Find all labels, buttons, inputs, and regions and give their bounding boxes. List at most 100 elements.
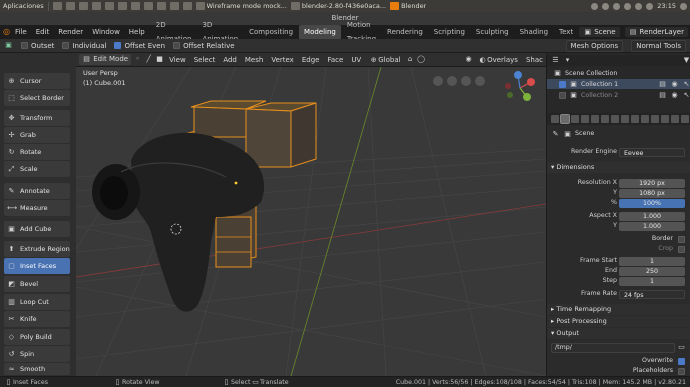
menu-select[interactable]: Select xyxy=(191,53,219,67)
tab-modeling[interactable]: Modeling xyxy=(299,25,341,39)
taskbar-launcher-icon[interactable] xyxy=(169,2,179,10)
individual-checkbox[interactable]: Individual xyxy=(62,42,106,50)
checkbox-box[interactable] xyxy=(559,91,566,99)
gizmo-y-axis[interactable] xyxy=(523,93,531,101)
taskbar-launcher-icon[interactable] xyxy=(117,2,127,10)
taskbar-task[interactable]: Blender xyxy=(390,2,426,10)
tool-knife[interactable]: ✂ Knife xyxy=(4,311,70,327)
placeholders-checkbox[interactable] xyxy=(678,367,685,375)
3d-viewport[interactable] xyxy=(76,67,546,376)
eye-icon[interactable]: ◉ xyxy=(670,91,679,100)
tool-inset-faces[interactable]: ▢ Inset Faces xyxy=(4,258,70,274)
output-tab-icon[interactable] xyxy=(571,115,579,123)
checkbox-box[interactable] xyxy=(559,80,566,88)
resolution-x-field[interactable]: 1920 px xyxy=(619,178,685,188)
tab-shading[interactable]: Shading xyxy=(515,25,553,39)
tool-transform[interactable]: ✥ Transform xyxy=(4,110,70,126)
snap-icon[interactable]: ⌂ xyxy=(406,55,415,64)
tab-rendering[interactable]: Rendering xyxy=(382,25,428,39)
display-mode-icon[interactable]: ▾ xyxy=(563,56,572,65)
viewport-nav-buttons[interactable] xyxy=(433,76,485,86)
taskbar-task[interactable]: Wireframe mode mock... xyxy=(195,2,287,10)
world-tab-icon[interactable] xyxy=(601,115,609,123)
mesh-options-dropdown[interactable]: Mesh Options xyxy=(565,39,624,52)
menu-view[interactable]: View xyxy=(166,53,189,67)
frame-rate-dropdown[interactable]: 24 fps xyxy=(619,289,685,299)
render-restrict-icon[interactable]: ▤ xyxy=(658,80,667,89)
gizmo-neg-y[interactable] xyxy=(507,92,513,98)
dimensions-panel-header[interactable]: ▾ Dimensions xyxy=(547,162,690,173)
resolution-y-field[interactable]: 1080 px xyxy=(619,188,685,198)
taskbar-launcher-icon[interactable] xyxy=(91,2,101,10)
tray-icon[interactable] xyxy=(635,2,643,10)
menu-window[interactable]: Window xyxy=(88,25,124,39)
object-tab-icon[interactable] xyxy=(611,115,619,123)
taskbar-launcher-icon[interactable] xyxy=(65,2,75,10)
power-icon[interactable] xyxy=(680,2,687,10)
select-restrict-icon[interactable]: ↖ xyxy=(682,80,690,89)
menu-uv[interactable]: UV xyxy=(348,53,364,67)
time-remapping-panel-header[interactable]: ▸ Time Remapping xyxy=(547,304,690,315)
tray-icon[interactable] xyxy=(591,2,599,10)
taskbar-launcher-icon[interactable] xyxy=(156,2,166,10)
overlays-dropdown[interactable]: ◐Overlays xyxy=(475,53,521,67)
menu-edit[interactable]: Edit xyxy=(32,25,54,39)
menu-vertex[interactable]: Vertex xyxy=(268,53,297,67)
select-restrict-icon[interactable]: ↖ xyxy=(682,91,690,100)
tool-loop-cut[interactable]: ▥ Loop Cut xyxy=(4,294,70,310)
scene-selector[interactable]: ▣ Scene xyxy=(579,27,620,37)
visibility-icon[interactable]: ◉ xyxy=(464,55,473,64)
tool-extrude-region[interactable]: ⬆ Extrude Region xyxy=(4,241,70,257)
tray-icon[interactable] xyxy=(646,2,654,10)
gizmo-x-axis[interactable] xyxy=(527,78,535,86)
aspect-y-field[interactable]: 1.000 xyxy=(619,221,685,231)
proportional-edit-icon[interactable]: ◯ xyxy=(417,55,426,64)
view-layer-selector[interactable]: ▤ RenderLayer xyxy=(624,27,688,37)
menu-file[interactable]: File xyxy=(11,25,31,39)
constraints-tab-icon[interactable] xyxy=(651,115,659,123)
tab-text[interactable]: Text xyxy=(554,25,578,39)
outliner-item-collection-1[interactable]: ▣ Collection 1 ▤ ◉ ↖ xyxy=(547,79,690,89)
tool-select-border[interactable]: ⬚ Select Border xyxy=(4,90,70,106)
frame-start-field[interactable]: 1 xyxy=(619,256,685,266)
gizmo-neg-x[interactable] xyxy=(505,83,511,89)
apps-menu[interactable]: Aplicaciones xyxy=(3,2,44,10)
texture-tab-icon[interactable] xyxy=(681,115,689,123)
vertex-select-icon[interactable]: ◦ xyxy=(133,55,142,64)
aspect-x-field[interactable]: 1.000 xyxy=(619,211,685,221)
mode-selector[interactable]: ▤ Edit Mode xyxy=(79,54,132,65)
tool-poly-build[interactable]: ◇ Poly Build xyxy=(4,329,70,345)
tab-compositing[interactable]: Compositing xyxy=(244,25,298,39)
blender-logo-icon[interactable]: ◎ xyxy=(3,27,10,37)
viewport-canvas[interactable] xyxy=(76,67,546,376)
eye-icon[interactable]: ◉ xyxy=(670,80,679,89)
taskbar-launcher-icon[interactable] xyxy=(143,2,153,10)
tool-bevel[interactable]: ◩ Bevel xyxy=(4,276,70,292)
modifier-tab-icon[interactable] xyxy=(621,115,629,123)
edge-select-icon[interactable]: ╱ xyxy=(144,55,153,64)
tool-scale[interactable]: ⤢ Scale xyxy=(4,161,70,177)
offset-even-checkbox[interactable]: Offset Even xyxy=(114,42,165,50)
tool-grab[interactable]: ✢ Grab xyxy=(4,127,70,143)
frame-step-field[interactable]: 1 xyxy=(619,276,685,286)
menu-help[interactable]: Help xyxy=(125,25,149,39)
frame-end-field[interactable]: 250 xyxy=(619,266,685,276)
taskbar-launcher-icon[interactable] xyxy=(78,2,88,10)
output-path-field[interactable]: /tmp/ xyxy=(551,343,675,353)
outset-checkbox[interactable]: Outset xyxy=(21,42,54,50)
tool-cursor[interactable]: ⊕ Cursor xyxy=(4,73,70,89)
particles-tab-icon[interactable] xyxy=(631,115,639,123)
menu-edge[interactable]: Edge xyxy=(299,53,323,67)
crop-checkbox[interactable] xyxy=(678,245,685,253)
menu-face[interactable]: Face xyxy=(324,53,346,67)
outliner-item-scene-collection[interactable]: ▣ Scene Collection xyxy=(547,68,690,78)
taskbar-launcher-icon[interactable] xyxy=(104,2,114,10)
overwrite-checkbox[interactable] xyxy=(678,357,685,365)
resolution-percent-slider[interactable]: 100% xyxy=(619,198,685,208)
scene-tab-icon[interactable] xyxy=(591,115,599,123)
post-processing-panel-header[interactable]: ▸ Post Processing xyxy=(547,316,690,327)
normal-tools-dropdown[interactable]: Normal Tools xyxy=(631,39,686,52)
tool-add-cube[interactable]: ▣ Add Cube xyxy=(4,221,70,237)
taskbar-task[interactable]: blender-2.80-f436e0aca... xyxy=(290,2,386,10)
tray-icon[interactable] xyxy=(602,2,610,10)
